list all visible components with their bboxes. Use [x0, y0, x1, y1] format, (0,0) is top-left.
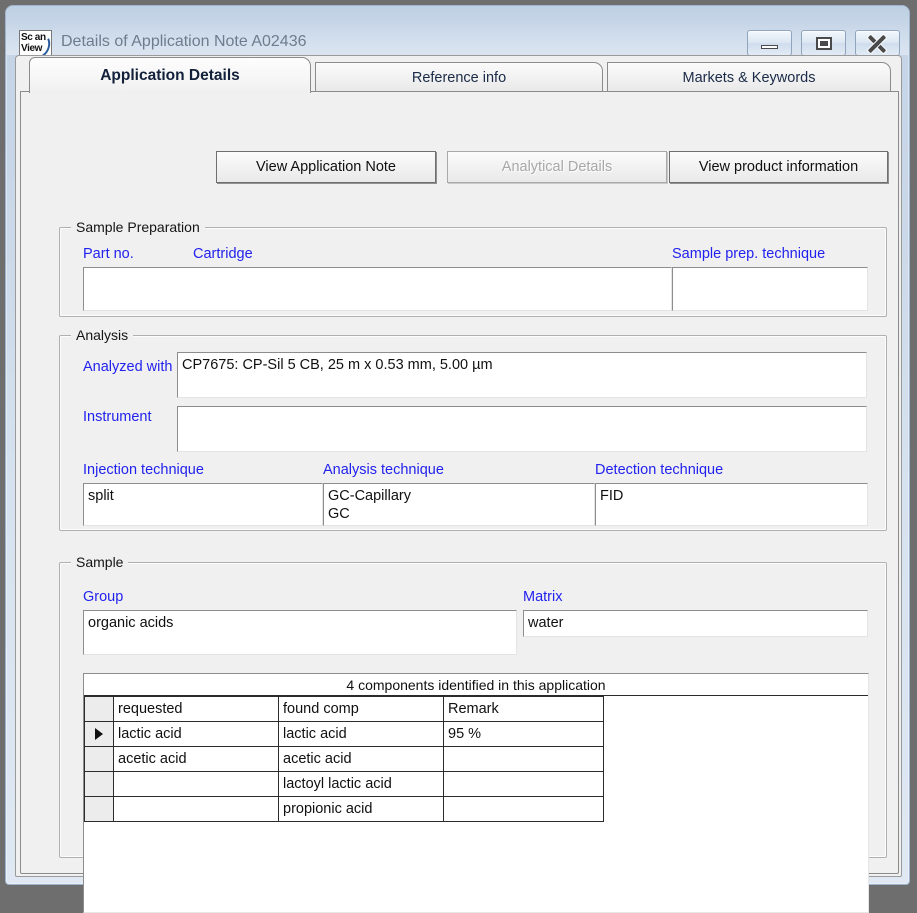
cell-requested[interactable] — [113, 771, 279, 797]
tab-application-details[interactable]: Application Details — [29, 57, 311, 93]
components-table: requested found comp Remark lactic acid l… — [84, 696, 604, 822]
table-row[interactable]: lactoyl lactic acid — [84, 771, 604, 797]
group-field[interactable]: organic acids — [83, 610, 517, 655]
window-title: Details of Application Note A02436 — [61, 33, 307, 50]
sample-prep-technique-label: Sample prep. technique — [672, 246, 826, 262]
cell-found-comp[interactable]: propionic acid — [278, 796, 444, 822]
view-application-note-label: View Application Note — [256, 159, 396, 175]
minimize-icon — [761, 45, 778, 49]
table-row[interactable]: propionic acid — [84, 796, 604, 822]
sample-preparation-group-title: Sample Preparation — [71, 219, 205, 235]
row-selector-header — [84, 696, 114, 722]
sample-prep-technique-field[interactable] — [672, 267, 868, 311]
detection-technique-field[interactable]: FID — [595, 483, 868, 526]
row-selector[interactable] — [84, 796, 114, 822]
matrix-label: Matrix — [523, 589, 563, 605]
matrix-field[interactable]: water — [523, 610, 868, 637]
column-header-requested[interactable]: requested — [113, 696, 279, 722]
cell-found-comp[interactable]: lactoyl lactic acid — [278, 771, 444, 797]
tab-page-application-details: View Application Note Analytical Details… — [20, 91, 899, 913]
table-header-row: requested found comp Remark — [84, 696, 604, 722]
cell-requested[interactable]: acetic acid — [113, 746, 279, 772]
cartridge-label: Cartridge — [193, 246, 253, 262]
current-row-arrow-icon — [95, 728, 103, 741]
components-table-body: lactic acid lactic acid 95 % acetic acid ace… — [84, 721, 604, 822]
cell-requested[interactable]: lactic acid — [113, 721, 279, 747]
cell-remark[interactable] — [443, 771, 604, 797]
scanview-logo-icon: Sc an View — [19, 30, 52, 58]
detection-technique-label: Detection technique — [595, 462, 724, 478]
row-selector[interactable] — [84, 771, 114, 797]
application-window: Sc an View Details of Application Note A… — [5, 5, 910, 913]
logo-line-2: View — [21, 43, 43, 54]
view-application-note-button[interactable]: View Application Note — [216, 151, 436, 183]
cell-remark[interactable] — [443, 796, 604, 822]
analysis-group-title: Analysis — [71, 327, 134, 343]
part-no-cartridge-field[interactable] — [83, 267, 672, 311]
cell-requested[interactable] — [113, 796, 279, 822]
analysis-technique-field[interactable]: GC-Capillary GC — [323, 483, 595, 526]
analysis-technique-label: Analysis technique — [323, 462, 444, 478]
instrument-field[interactable] — [177, 406, 867, 452]
components-panel: 4 components identified in this applicat… — [83, 673, 869, 913]
tab-reference-info[interactable]: Reference info — [315, 62, 603, 92]
title-bar: Sc an View Details of Application Note A… — [6, 6, 909, 58]
view-product-information-label: View product information — [698, 159, 859, 175]
cell-found-comp[interactable]: acetic acid — [278, 746, 444, 772]
maximize-button[interactable] — [801, 30, 846, 56]
injection-technique-label: Injection technique — [83, 462, 204, 478]
tab-application-details-label: Application Details — [100, 66, 240, 84]
cell-remark[interactable] — [443, 746, 604, 772]
components-grid[interactable]: requested found comp Remark lactic acid l… — [84, 696, 604, 822]
tab-reference-info-label: Reference info — [411, 69, 507, 86]
cell-remark[interactable]: 95 % — [443, 721, 604, 747]
table-row[interactable]: lactic acid lactic acid 95 % — [84, 721, 604, 747]
column-header-found-comp[interactable]: found comp — [278, 696, 444, 722]
injection-technique-field[interactable]: split — [83, 483, 323, 526]
analyzed-with-field[interactable]: CP7675: CP-Sil 5 CB, 25 m x 0.53 mm, 5.0… — [177, 352, 867, 398]
close-button[interactable] — [855, 30, 900, 56]
logo-line-1: Sc an — [21, 32, 46, 43]
group-label: Group — [83, 589, 124, 605]
analyzed-with-label: Analyzed with — [83, 359, 173, 375]
cell-found-comp[interactable]: lactic acid — [278, 721, 444, 747]
minimize-button[interactable] — [747, 30, 792, 56]
analytical-details-button: Analytical Details — [447, 151, 667, 183]
instrument-label: Instrument — [83, 409, 152, 425]
column-header-remark[interactable]: Remark — [443, 696, 604, 722]
tab-markets-keywords-label: Markets & Keywords — [682, 69, 816, 86]
tab-markets-keywords[interactable]: Markets & Keywords — [607, 62, 891, 92]
restore-icon-inner — [820, 41, 828, 46]
row-selector[interactable] — [84, 746, 114, 772]
components-caption: 4 components identified in this applicat… — [84, 674, 868, 696]
client-area: Application Details Reference info Marke… — [15, 55, 902, 913]
analytical-details-label: Analytical Details — [501, 159, 613, 175]
view-product-information-button[interactable]: View product information — [669, 151, 888, 183]
sample-group-title: Sample — [71, 554, 129, 570]
tab-strip: Application Details Reference info Marke… — [16, 56, 901, 93]
components-table-head: requested found comp Remark — [84, 696, 604, 722]
table-row[interactable]: acetic acid acetic acid — [84, 746, 604, 772]
row-selector-current[interactable] — [84, 721, 114, 747]
part-no-label: Part no. — [83, 246, 134, 262]
